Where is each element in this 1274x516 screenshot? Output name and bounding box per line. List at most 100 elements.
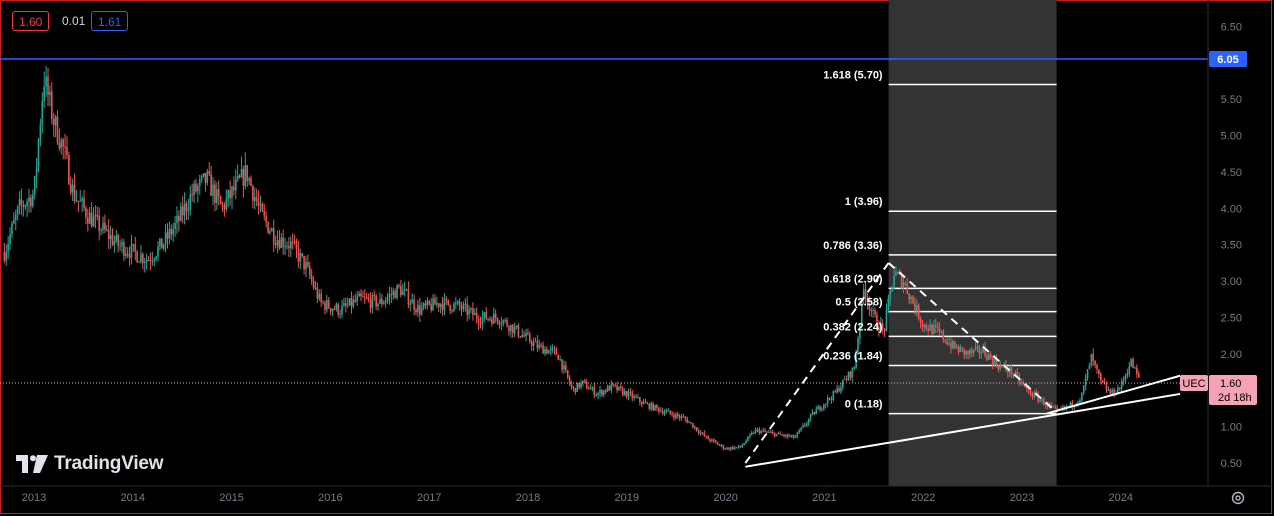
candle-body bbox=[240, 169, 243, 178]
candle bbox=[197, 183, 199, 203]
candle bbox=[68, 151, 70, 186]
candle-body bbox=[407, 289, 410, 305]
candle-body bbox=[669, 410, 671, 414]
candle-body bbox=[773, 432, 776, 437]
candle bbox=[813, 411, 816, 416]
candle bbox=[492, 307, 495, 325]
candle bbox=[183, 192, 186, 225]
price-tick-label: 6.50 bbox=[1221, 21, 1242, 33]
candle bbox=[350, 291, 353, 314]
candle-body bbox=[1134, 367, 1136, 369]
fib-level-label: 0.786 (3.36) bbox=[823, 240, 883, 252]
candle-body bbox=[449, 305, 451, 311]
candle bbox=[418, 297, 421, 322]
candle bbox=[568, 375, 571, 387]
candle bbox=[132, 243, 135, 253]
candle-body bbox=[705, 436, 708, 438]
candle bbox=[1094, 360, 1096, 369]
candle bbox=[1122, 376, 1125, 386]
candle-body bbox=[149, 260, 152, 262]
candle bbox=[506, 317, 508, 328]
candle-body bbox=[66, 147, 68, 156]
candle bbox=[326, 295, 328, 313]
candle-body bbox=[119, 245, 121, 247]
candle-body bbox=[908, 293, 911, 300]
candle bbox=[883, 327, 886, 338]
candle bbox=[1124, 373, 1127, 384]
candle bbox=[185, 200, 188, 221]
candle-body bbox=[208, 171, 211, 174]
candle-body bbox=[612, 383, 615, 385]
fib-level-label: 0.618 (2.90) bbox=[823, 273, 883, 285]
candle bbox=[805, 421, 808, 428]
candle-body bbox=[752, 432, 755, 434]
candle-body bbox=[492, 313, 495, 324]
candle bbox=[143, 257, 146, 273]
candle bbox=[595, 392, 598, 397]
candle bbox=[690, 421, 692, 425]
candle bbox=[470, 306, 472, 314]
candle-body bbox=[798, 430, 800, 433]
candle bbox=[530, 339, 533, 351]
candle-body bbox=[193, 183, 195, 195]
candle-body bbox=[155, 256, 157, 260]
time-scale[interactable]: 2013 2014 2015 2016 2017 2018 2019 2020 2021 2022… bbox=[22, 492, 1133, 504]
candle bbox=[392, 287, 395, 301]
candle-body bbox=[32, 194, 34, 207]
candle-body bbox=[90, 212, 93, 227]
candle bbox=[699, 430, 702, 436]
candle-body bbox=[189, 194, 192, 210]
price-chart[interactable]: 1.618 (5.70) 1 (3.96) 0.786 (3.36) 0.618 (2… bbox=[0, 0, 1274, 516]
candle bbox=[650, 401, 653, 412]
price-tick-label: 0.50 bbox=[1221, 458, 1242, 470]
candle-body bbox=[758, 429, 761, 434]
candle-body bbox=[692, 423, 694, 428]
candle bbox=[713, 438, 715, 444]
candle-body bbox=[948, 343, 950, 345]
candle bbox=[538, 339, 541, 351]
candle-body bbox=[166, 232, 169, 239]
candle-body bbox=[354, 299, 357, 302]
support-trendline[interactable] bbox=[1046, 374, 1181, 415]
candle-body bbox=[16, 206, 19, 215]
candle bbox=[777, 431, 780, 435]
candle bbox=[293, 234, 296, 245]
candle-body bbox=[479, 323, 482, 325]
candle bbox=[739, 445, 742, 449]
candle bbox=[1113, 387, 1115, 398]
candle bbox=[479, 316, 482, 329]
candle-body bbox=[631, 392, 634, 399]
price-scale[interactable]: 6.506.005.505.004.504.003.503.002.502.00… bbox=[1180, 21, 1257, 470]
candle bbox=[819, 404, 821, 413]
candle-body bbox=[381, 298, 383, 305]
candle-body bbox=[790, 435, 793, 437]
candle-body bbox=[804, 425, 806, 427]
candle bbox=[472, 302, 474, 321]
candle bbox=[373, 290, 376, 301]
candle-body bbox=[731, 447, 734, 450]
candle-body bbox=[314, 287, 317, 289]
time-tick-label: 2014 bbox=[121, 492, 145, 504]
candle-body bbox=[11, 223, 13, 235]
candle bbox=[7, 236, 9, 260]
candle-body bbox=[246, 165, 248, 181]
candle-body bbox=[428, 300, 431, 305]
candle-body bbox=[481, 316, 484, 324]
candle bbox=[79, 189, 82, 202]
candle bbox=[253, 187, 256, 210]
candle-body bbox=[153, 259, 156, 261]
candle-body bbox=[504, 320, 506, 322]
candle bbox=[367, 293, 370, 303]
candle bbox=[559, 355, 561, 361]
fib-extension-zone[interactable] bbox=[888, 0, 1057, 486]
candle bbox=[602, 389, 605, 398]
candle bbox=[510, 324, 512, 338]
candle-body bbox=[957, 346, 960, 352]
candle-body bbox=[403, 289, 406, 291]
candle-body bbox=[157, 246, 159, 257]
candle bbox=[676, 411, 679, 419]
candle bbox=[327, 297, 330, 309]
candle-body bbox=[697, 430, 700, 434]
candle-body bbox=[997, 365, 1000, 370]
gear-icon[interactable] bbox=[1230, 490, 1246, 506]
